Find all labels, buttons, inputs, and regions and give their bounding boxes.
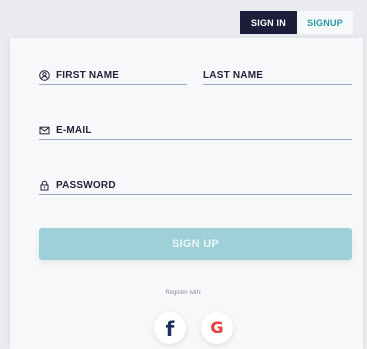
auth-tabs: SIGN IN SIGNUP	[240, 11, 353, 34]
tab-sign-in[interactable]: SIGN IN	[240, 11, 297, 34]
user-icon	[39, 69, 50, 81]
first-name-label: FIRST NAME	[56, 69, 120, 81]
email-field[interactable]: E-MAIL	[39, 121, 352, 140]
tab-signup[interactable]: SIGNUP	[297, 11, 353, 34]
password-label: PASSWORD	[56, 179, 116, 191]
tab-sign-in-label: SIGN IN	[251, 17, 286, 28]
tab-signup-label: SIGNUP	[307, 17, 343, 28]
lock-icon	[39, 180, 50, 191]
google-icon: G	[210, 318, 224, 337]
sign-up-button[interactable]: SIGN UP	[39, 228, 352, 260]
facebook-icon: f	[165, 317, 175, 341]
envelope-icon	[39, 125, 50, 136]
last-name-label: LAST NAME	[203, 69, 264, 81]
sign-up-button-label: SIGN UP	[171, 238, 220, 250]
register-with-text: Register with:	[165, 290, 202, 296]
password-field[interactable]: PASSWORD	[39, 176, 352, 195]
last-name-field[interactable]: LAST NAME	[203, 66, 352, 85]
facebook-button[interactable]: f	[154, 312, 186, 344]
first-name-field[interactable]: FIRST NAME	[39, 66, 187, 85]
email-label: E-MAIL	[56, 124, 92, 136]
google-button[interactable]: G	[201, 312, 233, 344]
